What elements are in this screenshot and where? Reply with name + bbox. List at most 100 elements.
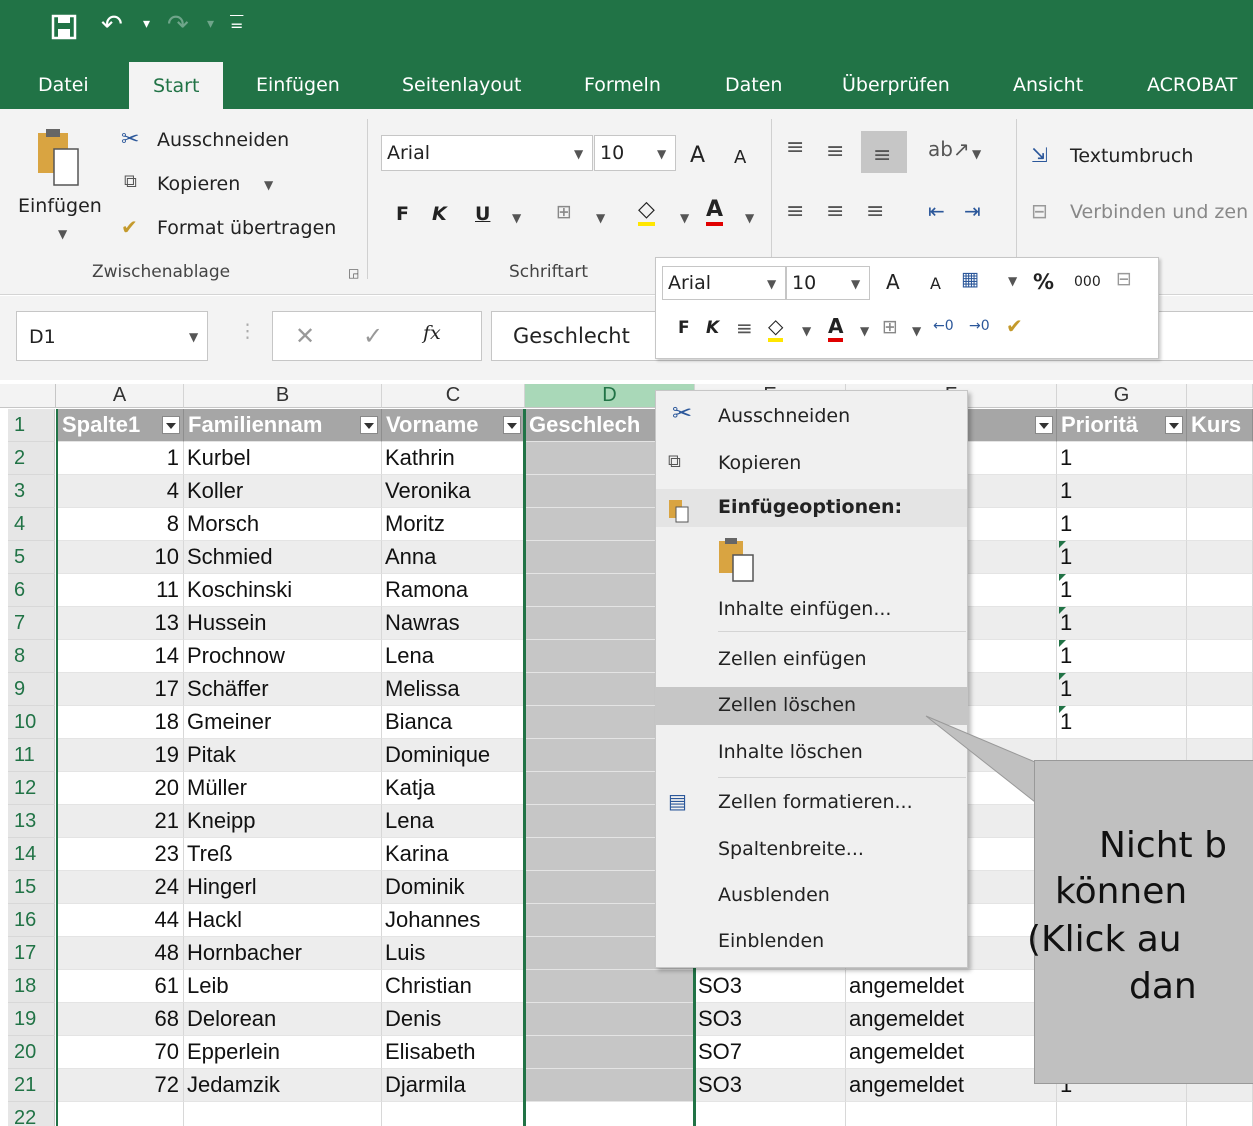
insert-function-icon[interactable]: fx	[423, 322, 441, 344]
row-header[interactable]: 9	[8, 673, 55, 706]
tab-start[interactable]: Start	[129, 62, 224, 109]
cell-c[interactable]: Katja	[382, 772, 525, 805]
menu-item-unhide[interactable]: Einblenden	[656, 923, 967, 961]
cell-a[interactable]: 44	[56, 904, 184, 937]
header-cell[interactable]: Familiennam	[184, 409, 382, 442]
cell-a[interactable]	[56, 1102, 184, 1126]
cell-b[interactable]: Schäffer	[184, 673, 382, 706]
row-header[interactable]: 20	[8, 1036, 55, 1069]
mini-shrink-font-icon[interactable]: A	[930, 274, 941, 293]
cell-d[interactable]	[525, 970, 695, 1003]
cell-a[interactable]: 8	[56, 508, 184, 541]
decrease-indent-icon[interactable]: ⇤	[928, 199, 945, 223]
mini-italic-button[interactable]: K	[706, 318, 719, 338]
cell-h[interactable]	[1187, 442, 1253, 475]
cell-b[interactable]: Kneipp	[184, 805, 382, 838]
cell-c[interactable]: Dominique	[382, 739, 525, 772]
underline-dropdown-icon[interactable]: ▼	[512, 211, 521, 225]
cell-b[interactable]: Hornbacher	[184, 937, 382, 970]
cell-f[interactable]: angemeldet	[846, 1003, 1057, 1036]
cell-h[interactable]	[1187, 1102, 1253, 1126]
menu-item-hide[interactable]: Ausblenden	[656, 877, 967, 915]
cell-h[interactable]	[1187, 508, 1253, 541]
cell-d[interactable]	[525, 1102, 695, 1126]
mini-merge-icon[interactable]: ⊟	[1116, 268, 1132, 290]
cell-b[interactable]: Hackl	[184, 904, 382, 937]
cell-g[interactable]: 1	[1057, 574, 1187, 607]
cell-b[interactable]: Leib	[184, 970, 382, 1003]
mini-font-color-icon[interactable]: A	[828, 314, 844, 342]
cell-b[interactable]: Treß	[184, 838, 382, 871]
cell-a[interactable]: 17	[56, 673, 184, 706]
cell-b[interactable]: Delorean	[184, 1003, 382, 1036]
redo-dropdown-icon[interactable]: ▾	[207, 16, 214, 32]
filter-dropdown-icon[interactable]	[360, 416, 378, 434]
error-indicator-icon[interactable]	[1059, 607, 1066, 614]
cell-h[interactable]	[1187, 607, 1253, 640]
cell-a[interactable]: 61	[56, 970, 184, 1003]
mini-font-color-dropdown-icon[interactable]: ▼	[860, 324, 869, 338]
menu-item-insert-cells[interactable]: Zellen einfügen	[656, 641, 967, 679]
align-center-icon[interactable]: ≡	[826, 199, 844, 224]
cell-b[interactable]: Kurbel	[184, 442, 382, 475]
cell-h[interactable]	[1187, 706, 1253, 739]
row-header[interactable]: 4	[8, 508, 55, 541]
menu-item-column-width[interactable]: Spaltenbreite...	[656, 831, 967, 869]
row-header[interactable]: 19	[8, 1003, 55, 1036]
cell-a[interactable]: 4	[56, 475, 184, 508]
header-cell[interactable]: Kurs	[1187, 409, 1253, 442]
mini-format-painter-icon[interactable]: ✔	[1006, 314, 1023, 338]
cell-c[interactable]: Elisabeth	[382, 1036, 525, 1069]
filter-dropdown-icon[interactable]	[162, 416, 180, 434]
paste-dropdown-icon[interactable]: ▼	[58, 227, 67, 241]
undo-dropdown-icon[interactable]: ▾	[143, 16, 150, 32]
mini-border-icon[interactable]: ⊞	[882, 316, 898, 338]
row-header[interactable]: 14	[8, 838, 55, 871]
column-header-g[interactable]: G	[1057, 384, 1187, 408]
cell-e[interactable]: SO3	[695, 1003, 846, 1036]
mini-grow-font-icon[interactable]: A	[886, 270, 900, 294]
cancel-icon[interactable]: ✕	[295, 322, 315, 350]
row-header[interactable]: 7	[8, 607, 55, 640]
customize-toolbar-icon[interactable]: =	[230, 16, 243, 35]
cell-b[interactable]: Gmeiner	[184, 706, 382, 739]
column-header-c[interactable]: C	[382, 384, 525, 408]
cell-d[interactable]	[525, 1036, 695, 1069]
tab-datei[interactable]: Datei	[38, 74, 89, 96]
select-all-corner[interactable]	[0, 384, 56, 408]
cell-c[interactable]: Ramona	[382, 574, 525, 607]
column-header-a[interactable]: A	[56, 384, 184, 408]
increase-decimal-icon[interactable]: ←0	[933, 318, 954, 334]
mini-center-icon[interactable]: ≡	[736, 316, 753, 340]
font-color-icon[interactable]: A	[706, 197, 724, 226]
cell-e[interactable]: SO7	[695, 1036, 846, 1069]
tab-ueberpruefen[interactable]: Überprüfen	[842, 74, 950, 96]
font-name-dropdown-icon[interactable]: ▼	[574, 147, 583, 161]
cell-b[interactable]: Müller	[184, 772, 382, 805]
cell-g[interactable]: 1	[1057, 541, 1187, 574]
cell-b[interactable]: Koller	[184, 475, 382, 508]
tab-seitenlayout[interactable]: Seitenlayout	[402, 74, 522, 96]
cell-c[interactable]	[382, 1102, 525, 1126]
mini-size-dropdown-icon[interactable]: ▼	[851, 277, 860, 291]
cell-a[interactable]: 70	[56, 1036, 184, 1069]
row-header[interactable]: 6	[8, 574, 55, 607]
cell-g[interactable]: 1	[1057, 442, 1187, 475]
border-icon[interactable]: ⊞	[556, 201, 572, 223]
shrink-font-icon[interactable]: A	[734, 147, 746, 168]
header-cell[interactable]: Vorname	[382, 409, 525, 442]
cell-g[interactable]: 1	[1057, 475, 1187, 508]
cell-b[interactable]: Koschinski	[184, 574, 382, 607]
redo-icon[interactable]: ↷	[167, 10, 189, 40]
cell-d[interactable]	[525, 1003, 695, 1036]
mini-bold-button[interactable]: F	[678, 318, 690, 338]
decrease-decimal-icon[interactable]: →0	[969, 318, 990, 334]
cell-e[interactable]	[695, 1102, 846, 1126]
align-bottom-button[interactable]: ≡	[861, 131, 907, 173]
cell-b[interactable]	[184, 1102, 382, 1126]
tab-ansicht[interactable]: Ansicht	[1013, 74, 1083, 96]
font-size-dropdown-icon[interactable]: ▼	[657, 147, 666, 161]
cell-c[interactable]: Dominik	[382, 871, 525, 904]
font-name-box[interactable]: Arial ▼	[381, 135, 593, 171]
tab-einfuegen[interactable]: Einfügen	[256, 74, 340, 96]
